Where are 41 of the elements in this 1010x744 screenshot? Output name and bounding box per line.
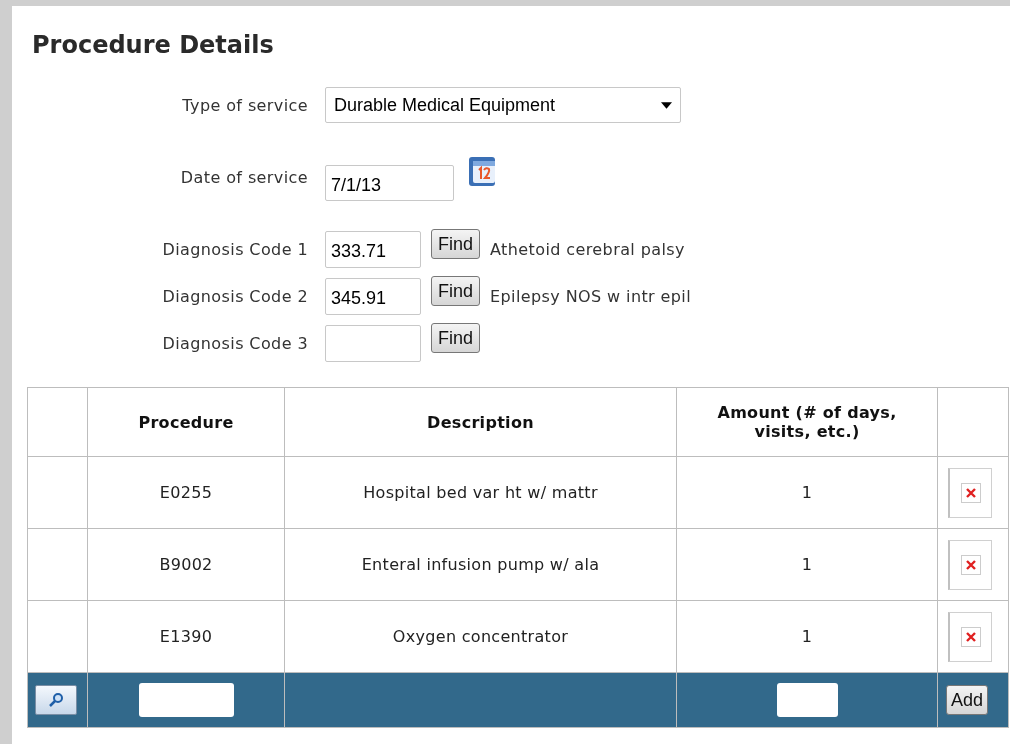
procedure-input-field[interactable]: [138, 683, 234, 717]
delete-button[interactable]: [948, 467, 992, 518]
table-cell: Hospital bed var ht w/ mattr: [284, 456, 677, 529]
diagnosis-code-field[interactable]: 333.71: [325, 231, 421, 268]
caret-icon: [661, 101, 672, 109]
section-title: Procedure Details: [32, 30, 275, 61]
close-icon: [961, 555, 980, 574]
add-button[interactable]: Add: [946, 685, 989, 715]
column-header: Amount (# of days, visits, etc.): [676, 387, 938, 457]
delete-button[interactable]: [948, 611, 992, 662]
table-cell: 1: [676, 528, 938, 601]
delete-button[interactable]: [948, 539, 992, 590]
field-label: Date of service: [179, 167, 308, 187]
diagnosis-description: Athetoid cerebral palsy: [490, 240, 685, 259]
close-icon: [961, 627, 980, 646]
search-button[interactable]: [35, 685, 77, 715]
table-cell: B9002: [87, 528, 285, 601]
close-icon: [961, 483, 980, 502]
table-cell: 1: [676, 456, 938, 529]
field-label: Diagnosis Code 1: [161, 240, 308, 259]
find-button[interactable]: Find: [431, 276, 480, 306]
find-button[interactable]: Find: [431, 323, 480, 353]
diagnosis-code-field[interactable]: 345.91: [325, 278, 421, 315]
column-header: Description: [284, 387, 677, 457]
table-cell: 1: [676, 600, 938, 673]
type-of-service-dropdown[interactable]: Durable Medical Equipment: [325, 87, 681, 123]
diagnosis-description: Epilepsy NOS w intr epil: [490, 287, 692, 306]
date-field[interactable]: 7/1/13: [325, 165, 454, 201]
field-label: Type of service: [181, 95, 308, 115]
table-cell: Enteral infusion pump w/ ala: [284, 528, 677, 601]
amount-input-field[interactable]: [776, 683, 838, 717]
column-header: Procedure: [87, 387, 285, 457]
field-label: Diagnosis Code 3: [161, 334, 308, 353]
search-icon: [48, 692, 64, 708]
diagnosis-code-field[interactable]: [325, 325, 421, 362]
find-button[interactable]: Find: [431, 229, 480, 259]
table-cell: E1390: [87, 600, 285, 673]
table-cell: Oxygen concentrator: [284, 600, 677, 673]
field-label: Diagnosis Code 2: [161, 287, 308, 306]
calendar-icon[interactable]: [468, 154, 498, 188]
table-cell: E0255: [87, 456, 285, 529]
